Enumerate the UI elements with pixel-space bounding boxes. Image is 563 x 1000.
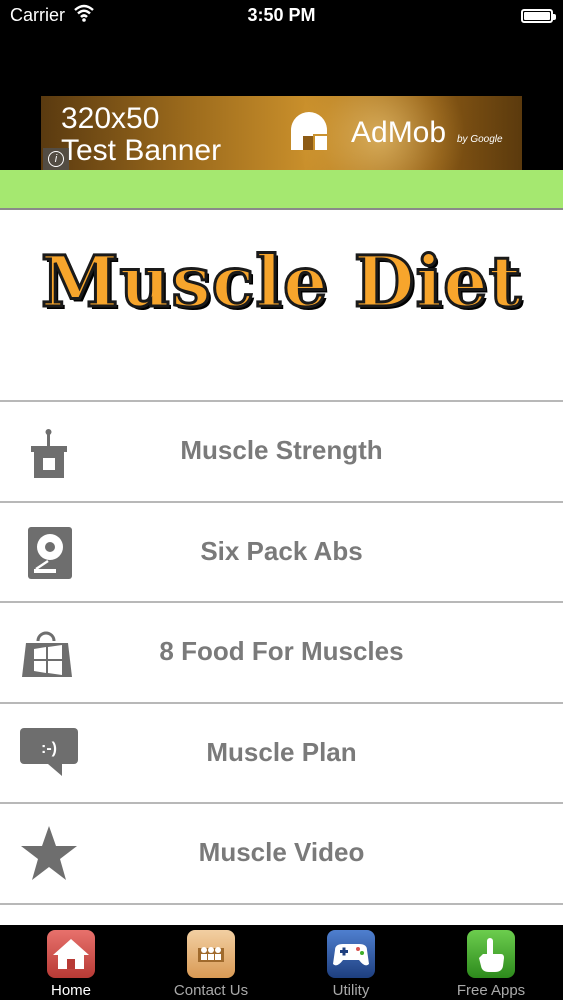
ad-test-banner-text: Test Banner	[61, 134, 222, 167]
menu-item-label: Six Pack Abs	[200, 535, 363, 566]
hand-pointer-icon	[467, 930, 515, 978]
ad-info-button[interactable]: i	[43, 148, 69, 170]
admob-logo-icon	[291, 112, 327, 150]
ad-size-text: 320x50	[61, 102, 160, 135]
green-header-bar	[0, 170, 563, 210]
tab-utility[interactable]: Utility	[281, 925, 421, 1000]
app-logo: Muscle Diet	[39, 239, 523, 325]
menu-item-partial[interactable]	[0, 905, 563, 925]
menu-item-six-pack-abs[interactable]: Six Pack Abs	[0, 503, 563, 604]
status-bar: Carrier 3:50 PM	[0, 0, 563, 34]
menu-item-label: Muscle Video	[198, 837, 365, 868]
menu-item-label: Muscle Strength	[180, 435, 383, 465]
tab-label: Home	[50, 982, 91, 999]
info-icon: i	[48, 151, 64, 167]
logo-area: Muscle Diet	[0, 210, 563, 402]
menu-item-8-food-for-muscles[interactable]: 8 Food For Muscles	[0, 603, 563, 704]
tab-label: Contact Us	[173, 982, 249, 999]
menu-item-label: 8 Food For Muscles	[159, 636, 404, 667]
ad-banner[interactable]: 320x50 Test Banner i AdMob by Google	[41, 96, 522, 170]
clock: 3:50 PM	[247, 5, 316, 25]
gamepad-icon	[327, 930, 375, 978]
tab-bar: Home Contact Us Utility Free Apps	[0, 925, 563, 1000]
ad-by-text: by Google	[457, 134, 503, 145]
contacts-icon	[187, 930, 235, 978]
menu-item-muscle-video[interactable]: Muscle Video	[0, 804, 563, 905]
nav-bar	[0, 34, 563, 96]
battery-icon	[521, 9, 556, 23]
menu-list: Muscle Strength Six Pack Abs 8 Food For	[0, 402, 563, 925]
tab-contact-us[interactable]: Contact Us	[141, 925, 281, 1000]
main-content: Muscle Diet Muscle Strength Six Pack Abs	[0, 210, 563, 925]
tab-home[interactable]: Home	[1, 925, 141, 1000]
menu-item-muscle-plan[interactable]: :-) Muscle Plan	[0, 704, 563, 805]
tab-free-apps[interactable]: Free Apps	[421, 925, 561, 1000]
menu-item-label: Muscle Plan	[206, 736, 357, 767]
menu-item-muscle-strength[interactable]: Muscle Strength	[0, 402, 563, 503]
tab-label: Free Apps	[456, 982, 526, 999]
home-icon	[47, 930, 95, 978]
tab-label: Utility	[332, 982, 370, 999]
ad-brand-text: AdMob	[351, 116, 447, 149]
